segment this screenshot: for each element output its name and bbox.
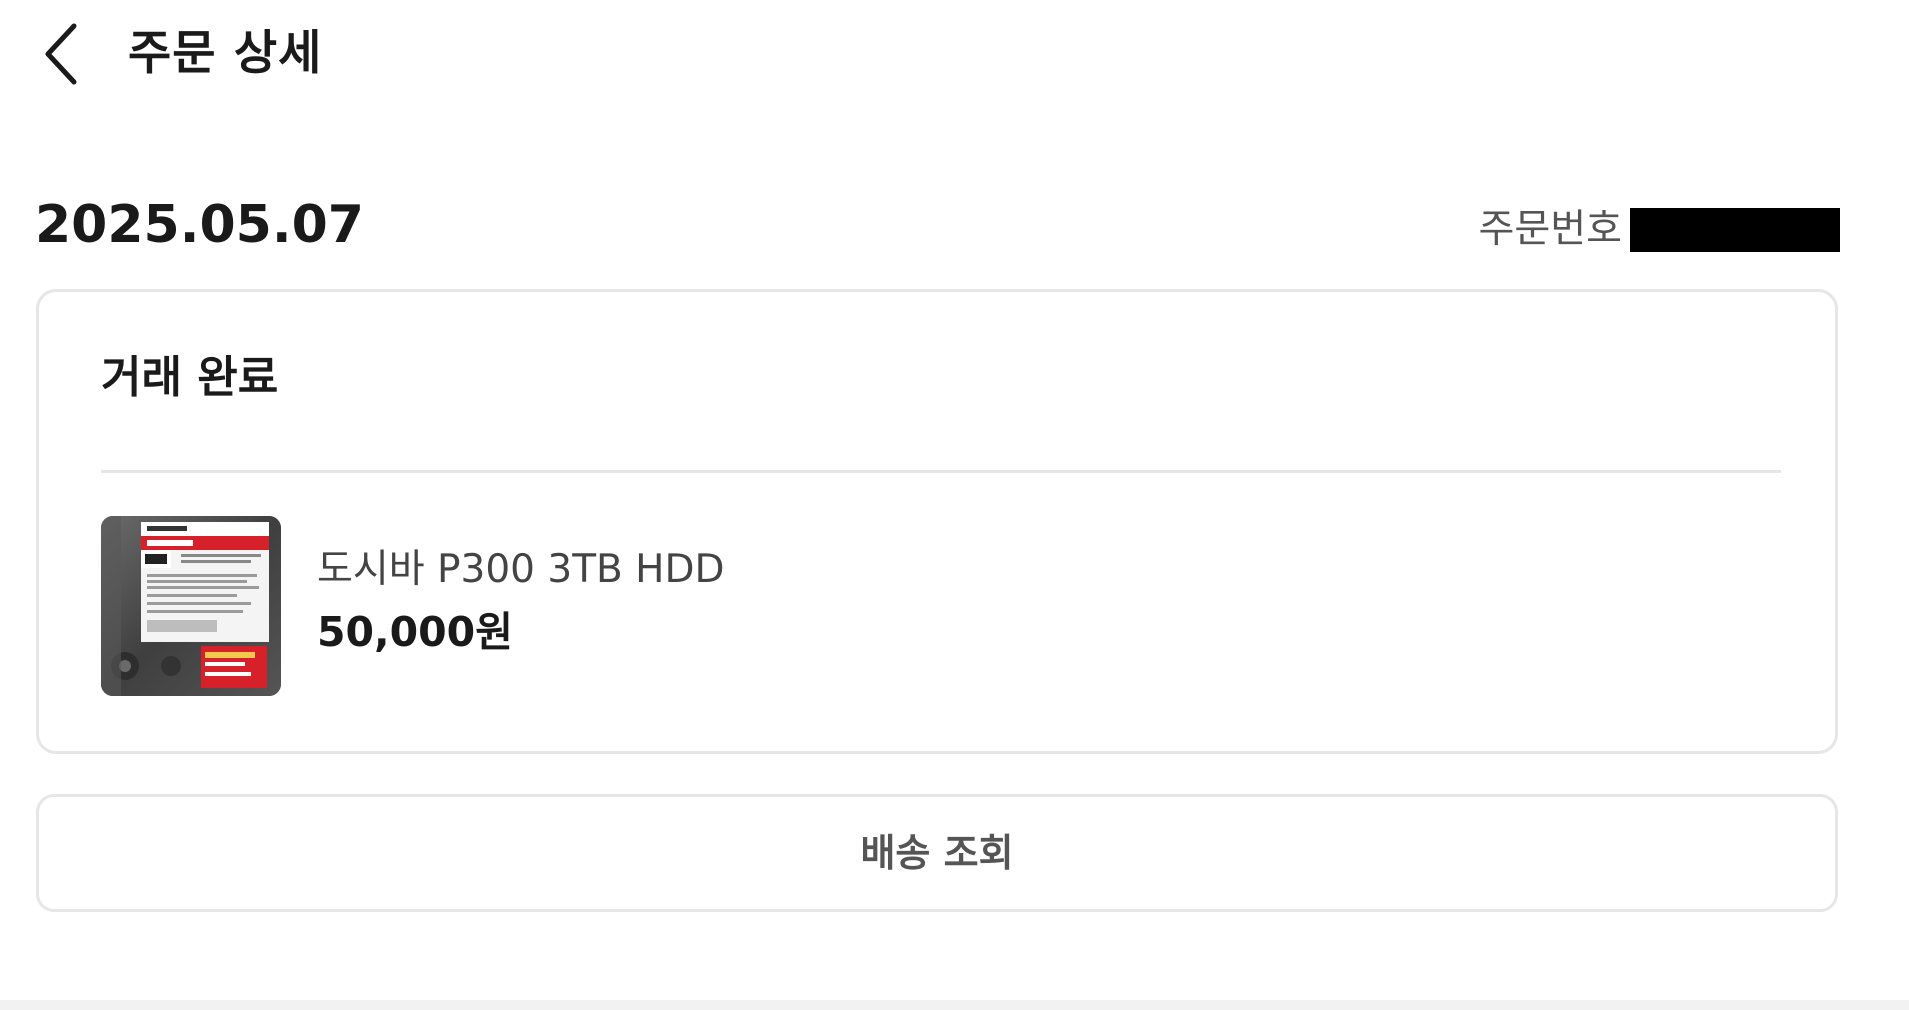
- product-thumbnail[interactable]: [101, 516, 281, 696]
- page-title: 주문 상세: [128, 26, 323, 81]
- order-status-title: 거래 완료: [101, 352, 279, 403]
- divider: [101, 470, 1781, 473]
- order-number: 주문번호: [1478, 206, 1840, 254]
- back-button[interactable]: [40, 18, 90, 90]
- header-bar: 주문 상세: [0, 0, 1909, 110]
- order-date: 2025.05.07: [35, 195, 364, 255]
- order-number-redacted: [1630, 208, 1840, 252]
- track-delivery-button[interactable]: 배송 조회: [36, 794, 1838, 912]
- chevron-left-icon: [45, 23, 77, 85]
- product-name[interactable]: 도시바 P300 3TB HDD: [317, 544, 725, 596]
- bottom-divider: [0, 1000, 1909, 1010]
- product-price: 50,000원: [317, 608, 513, 656]
- hdd-product-photo: [101, 516, 281, 696]
- order-status-card: 거래 완료 도시바 P300 3TB HDD 50,000원: [36, 289, 1838, 754]
- track-delivery-label: 배송 조회: [860, 831, 1014, 875]
- order-number-label: 주문번호: [1478, 207, 1622, 252]
